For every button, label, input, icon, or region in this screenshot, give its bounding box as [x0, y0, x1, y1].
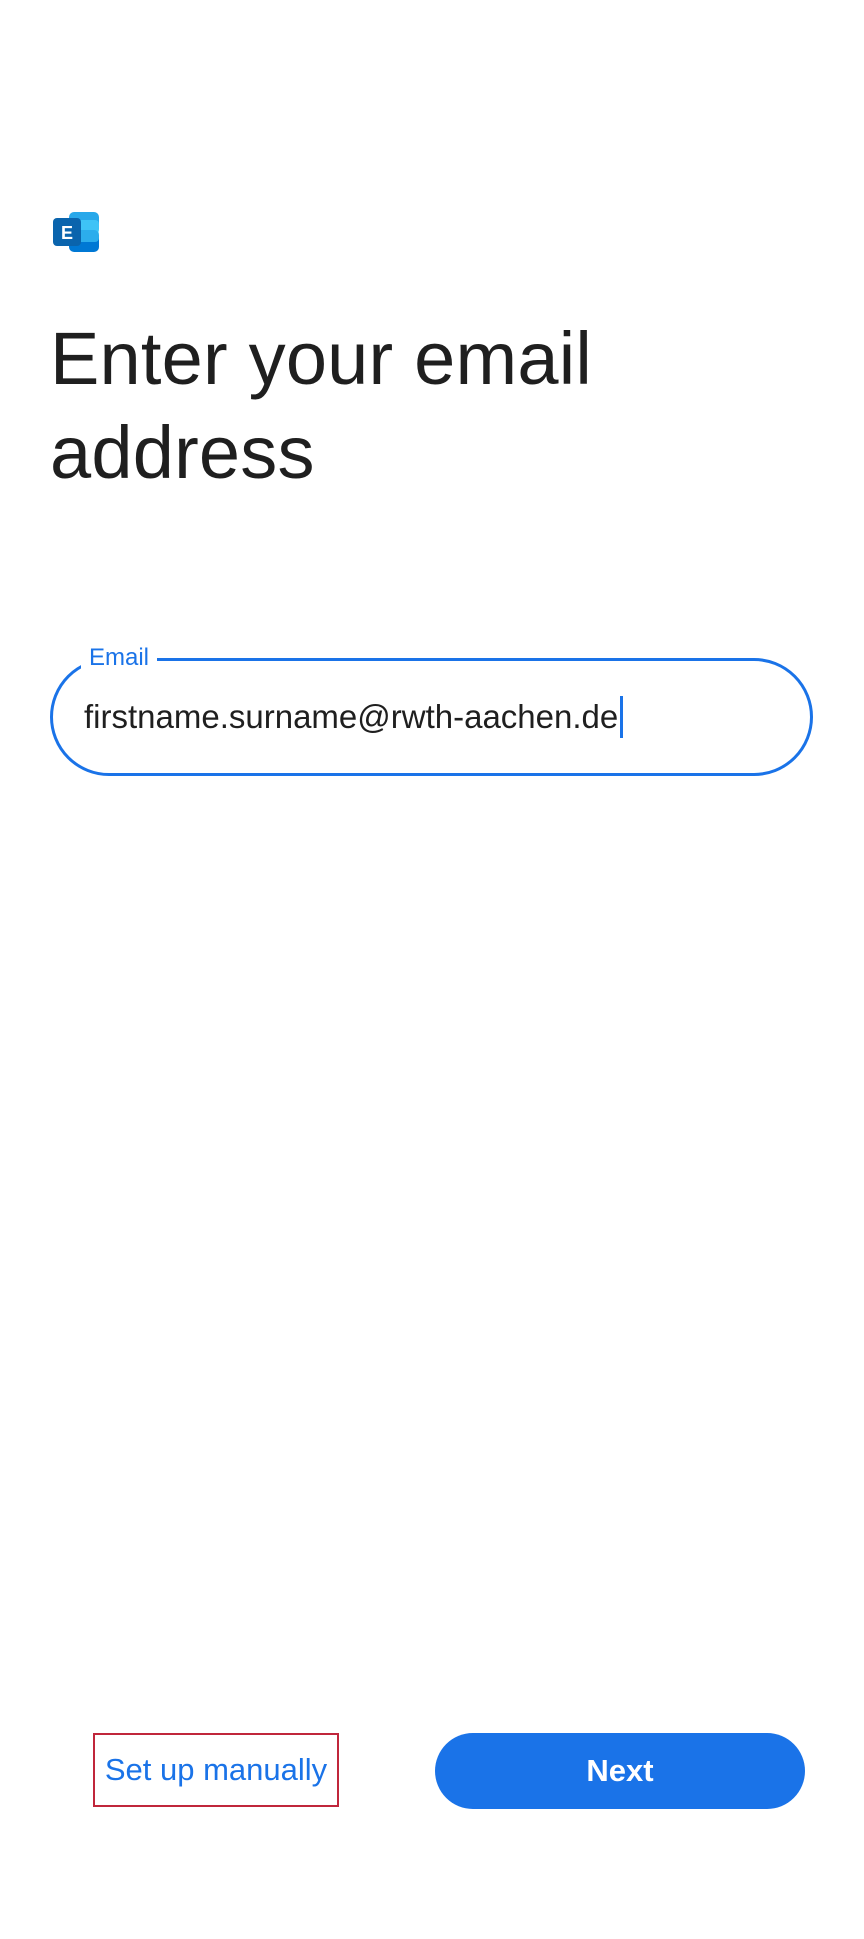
- setup-manually-button[interactable]: Set up manually: [93, 1733, 339, 1807]
- email-field-value-row[interactable]: firstname.surname@rwth-aachen.de: [84, 695, 624, 739]
- page-title: Enter your email address: [50, 317, 592, 494]
- exchange-icon: E: [51, 210, 101, 254]
- email-field[interactable]: Email firstname.surname@rwth-aachen.de: [50, 641, 813, 776]
- email-field-label: Email: [81, 641, 158, 675]
- next-button[interactable]: Next: [435, 1733, 805, 1809]
- email-field-value[interactable]: firstname.surname@rwth-aachen.de: [84, 695, 618, 739]
- text-cursor: [620, 696, 624, 738]
- logo-letter: E: [61, 223, 73, 243]
